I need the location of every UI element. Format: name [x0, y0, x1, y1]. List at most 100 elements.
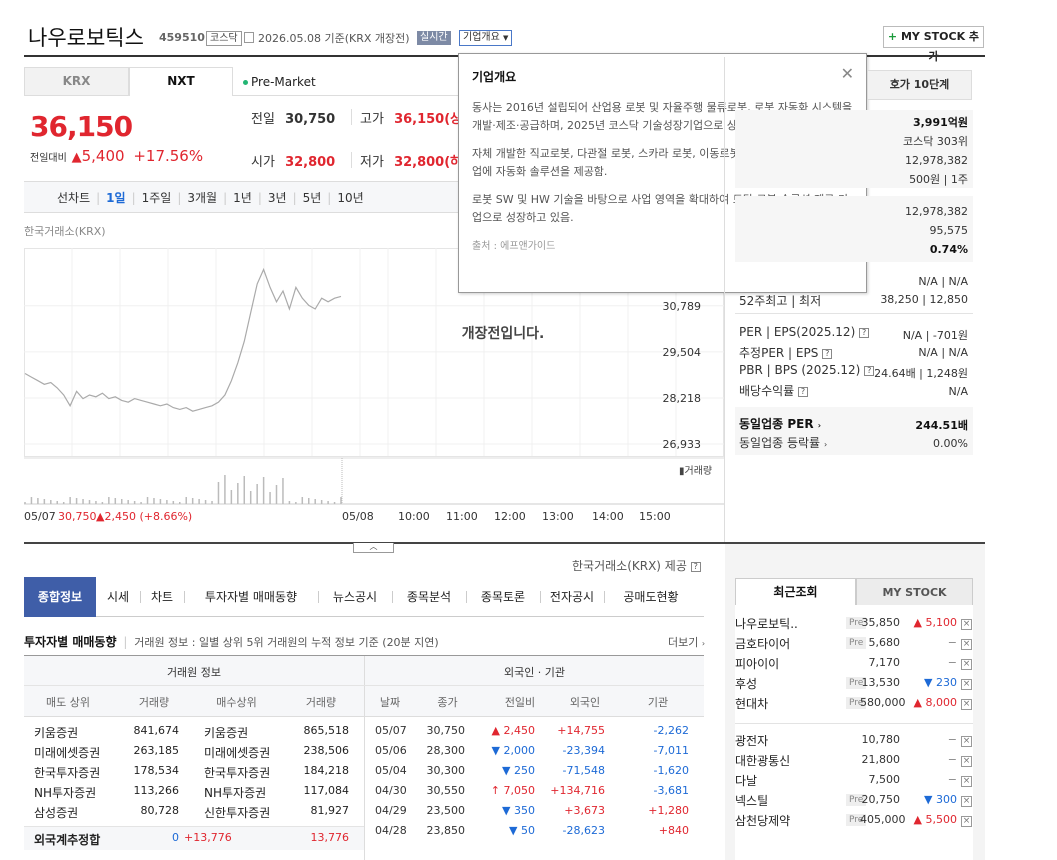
recent-item-name[interactable]: 피아이이: [735, 655, 779, 672]
recent-item[interactable]: 금호타이어 Pre 5,680− ×: [735, 635, 973, 655]
remove-icon[interactable]: ×: [961, 639, 972, 650]
period-tab[interactable]: 1년: [233, 191, 252, 205]
recent-item-name[interactable]: 넥스틸: [735, 792, 768, 809]
institution-net: -1,620: [653, 764, 689, 777]
mystock-add-button[interactable]: + MY STOCK 추가: [883, 26, 984, 63]
recent-item[interactable]: 대한광통신 21,800 − ×: [735, 752, 973, 772]
sub-tab[interactable]: 뉴스공시: [318, 577, 392, 617]
day-change: ▲ 2,450: [491, 724, 535, 737]
x-tick-label: 13:00: [542, 510, 574, 523]
trade-date: 05/06: [375, 744, 407, 757]
period-tabs: 선차트 | 1일 | 1주일 | 3개월 | 1년 | 3년 | 5년 | 10년: [57, 189, 370, 206]
opinion-value: N/A | N/A: [918, 275, 968, 288]
remove-icon[interactable]: ×: [961, 699, 972, 710]
popup-title: 기업개요: [472, 70, 517, 84]
green-dot-icon: [243, 80, 248, 85]
period-tab[interactable]: 10년: [337, 191, 363, 205]
sub-tab[interactable]: 차트: [140, 577, 184, 617]
recent-item[interactable]: 다날 7,500 − ×: [735, 772, 973, 792]
up-arrow-icon: ▲: [71, 150, 82, 165]
period-line-chart[interactable]: 선차트: [57, 191, 90, 205]
hoga-10-button[interactable]: 호가 10단계: [867, 70, 972, 100]
period-tab[interactable]: 3개월: [187, 191, 217, 205]
recent-item[interactable]: 넥스틸 Pre 20,750 ▼ 300 ×: [735, 792, 973, 812]
recent-item[interactable]: 삼천당제약 Pre 405,000 ▲ 5,500 ×: [735, 812, 973, 832]
recent-item-price: 5,680: [868, 636, 901, 649]
recent-item[interactable]: 후성 Pre 13,530 ▼ 230 ×: [735, 675, 973, 695]
recent-item-name[interactable]: 광전자: [735, 732, 768, 749]
broker-name: 키움증권: [34, 726, 79, 740]
remove-icon[interactable]: ×: [961, 776, 972, 787]
sub-tab[interactable]: 종목분석: [392, 577, 466, 617]
foreign-net: -23,394: [562, 744, 605, 757]
institution-net: -3,681: [653, 784, 689, 797]
recent-item-name[interactable]: 후성: [735, 675, 757, 692]
close-price: 23,500: [426, 804, 466, 817]
collapse-toggle[interactable]: ︿: [353, 543, 394, 553]
sub-tab[interactable]: 시세: [96, 577, 140, 617]
period-tab[interactable]: 1주일: [142, 191, 172, 205]
sub-tab[interactable]: 전자공시: [540, 577, 604, 617]
remove-icon[interactable]: ×: [961, 756, 972, 767]
sub-tab[interactable]: 종목토론: [466, 577, 540, 617]
header-bottom-line: [24, 716, 704, 717]
period-tab[interactable]: 1일: [106, 191, 125, 205]
company-overview-label: 기업개요: [463, 32, 500, 43]
industry-rate-value: 0.00%: [933, 437, 968, 450]
remove-icon[interactable]: ×: [961, 736, 972, 747]
broker-row: 한국투자증권 178,534 한국투자증권 184,218: [24, 764, 364, 784]
help-icon[interactable]: ?: [690, 561, 701, 572]
company-overview-button[interactable]: 기업개요 ▼: [459, 30, 513, 46]
realtime-badge[interactable]: 실시간: [417, 31, 451, 45]
diff-rate: +17.56%: [133, 147, 204, 165]
broker-name: 한국투자증권: [34, 766, 101, 780]
remove-icon[interactable]: ×: [961, 619, 972, 630]
foreign-net: +3,673: [564, 804, 605, 817]
base-date: 2026.05.08 기준(KRX 개장전): [258, 32, 410, 45]
recent-item-name[interactable]: 삼천당제약: [735, 812, 790, 829]
recent-item[interactable]: 피아이이 7,170 − ×: [735, 655, 973, 675]
recent-item-name[interactable]: 금호타이어: [735, 635, 790, 652]
recent-item-name[interactable]: 나우로보틱..: [735, 615, 798, 632]
sub-tab[interactable]: 투자자별 매매동향: [184, 577, 318, 617]
left-col-header: 거래량: [138, 696, 170, 709]
period-tab[interactable]: 3년: [268, 191, 287, 205]
remove-icon[interactable]: ×: [961, 659, 972, 670]
recent-item[interactable]: 나우로보틱.. Pre 35,850 ▲ 5,100 ×: [735, 615, 973, 635]
tab-recent[interactable]: 최근조회: [735, 578, 856, 606]
premarket-indicator: Pre-Market: [243, 75, 316, 89]
recent-item-name[interactable]: 대한광통신: [735, 752, 790, 769]
prev-value: 30,750: [285, 112, 336, 127]
broker-volume: 841,674: [133, 724, 180, 737]
remove-icon[interactable]: ×: [961, 679, 972, 690]
investor-desc: 거래원 정보 : 일별 상위 5위 거래원의 누적 정보 기준 (20분 지연): [134, 636, 439, 649]
broker-name: 미래에셋증권: [34, 746, 101, 760]
info-rows-2: 12,978,382 95,575 0.74%: [735, 202, 968, 259]
shares-listed: 12,978,382: [905, 154, 968, 167]
recent-item[interactable]: 현대차 Pre 580,000 ▲ 8,000 ×: [735, 695, 973, 715]
broker-volume: 80,728: [140, 804, 180, 817]
period-separator: |: [327, 191, 332, 205]
broker-row: 미래에셋증권 263,185 미래에셋증권 238,506: [24, 744, 364, 764]
recent-item-name[interactable]: 현대차: [735, 695, 768, 712]
chart-source: 한국거래소(KRX): [24, 225, 106, 238]
period-tab[interactable]: 5년: [303, 191, 322, 205]
recent-item[interactable]: 광전자 10,780 − ×: [735, 732, 973, 752]
recent-item-price: 7,170: [868, 656, 901, 669]
more-link[interactable]: 더보기 ›: [668, 634, 705, 650]
recent-item-name[interactable]: 다날: [735, 772, 757, 789]
prev-day-price: 30,750: [58, 510, 97, 523]
market-cap: 3,991억원: [912, 116, 968, 129]
sub-tab[interactable]: 공매도현황: [604, 577, 698, 617]
sub-tabs: 종합정보 시세 차트 투자자별 매매동향 뉴스공시 종목분석 종목토론 전자공시 공매도현황: [24, 577, 704, 617]
foreign-rate: 0.74%: [929, 243, 968, 256]
tab-nxt[interactable]: NXT: [129, 67, 233, 96]
current-price: 36,150: [30, 110, 133, 143]
tab-krx[interactable]: KRX: [24, 67, 129, 96]
close-icon[interactable]: ✕: [841, 64, 854, 83]
tab-mystock[interactable]: MY STOCK: [856, 578, 973, 606]
remove-icon[interactable]: ×: [961, 816, 972, 827]
remove-icon[interactable]: ×: [961, 796, 972, 807]
tab-summary-active[interactable]: 종합정보: [24, 577, 96, 617]
high-value: 36,150: [394, 112, 445, 127]
